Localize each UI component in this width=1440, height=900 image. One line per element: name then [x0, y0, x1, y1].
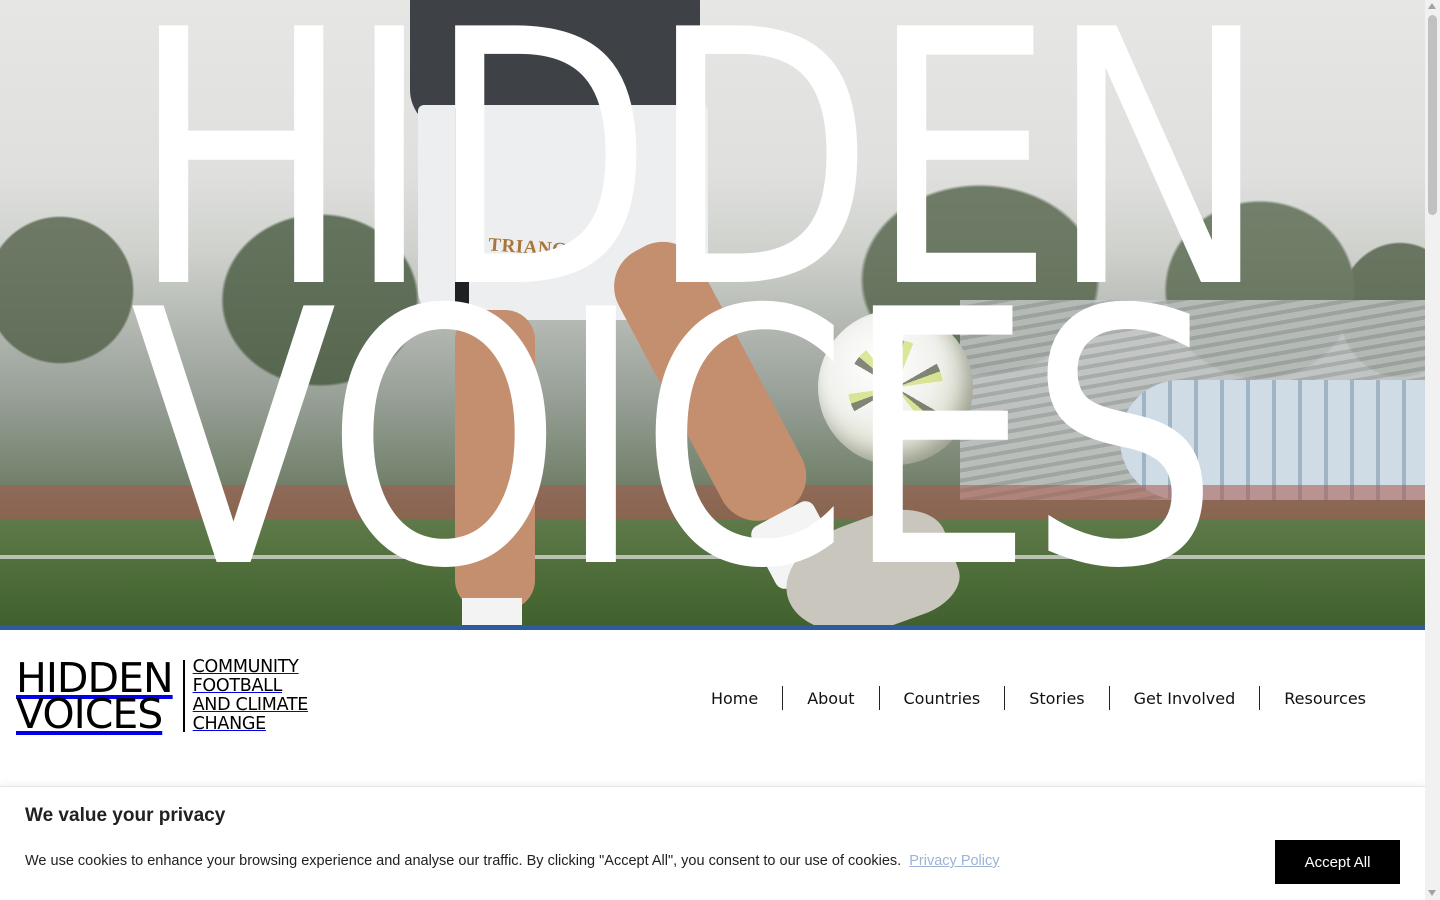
page-scrollbar[interactable] — [1425, 0, 1440, 900]
nav-item-stories[interactable]: Stories — [1005, 689, 1108, 708]
nav-item-countries[interactable]: Countries — [880, 689, 1005, 708]
hero-tunnel — [1120, 380, 1425, 500]
brand-tagline-line: COMMUNITY — [192, 657, 299, 677]
site-header: HIDDEN VOICES COMMUNITY FOOTBALL AND CLI… — [0, 630, 1425, 786]
hero-shorts-stripe — [455, 108, 469, 313]
brand-tagline: COMMUNITY FOOTBALL AND CLIMATE CHANGE — [192, 657, 309, 734]
brand-tagline-line: AND CLIMATE — [192, 695, 309, 715]
hero-banner: TRIANGLE UNITED HIDDEN VOICES — [0, 0, 1425, 630]
nav-item-about[interactable]: About — [783, 689, 878, 708]
accept-all-button[interactable]: Accept All — [1275, 840, 1400, 884]
main-nav: Home About Countries Stories Get Involve… — [687, 686, 1390, 710]
nav-item-home[interactable]: Home — [687, 689, 782, 708]
brand-tagline-line: FOOTBALL — [192, 676, 283, 696]
cookie-text: We use cookies to enhance your browsing … — [25, 853, 902, 869]
privacy-policy-link[interactable]: Privacy Policy — [909, 853, 999, 869]
cookie-title: We value your privacy — [25, 805, 226, 826]
cookie-message: We use cookies to enhance your browsing … — [25, 853, 1000, 869]
brand-tagline-line: CHANGE — [192, 714, 267, 734]
scrollbar-thumb[interactable] — [1428, 15, 1437, 215]
nav-item-resources[interactable]: Resources — [1260, 689, 1390, 708]
brand-divider — [182, 660, 185, 732]
cookie-banner: We value your privacy We use cookies to … — [0, 786, 1425, 900]
brand-logo[interactable]: HIDDEN VOICES COMMUNITY FOOTBALL AND CLI… — [16, 657, 309, 738]
chevron-up-icon[interactable] — [1428, 3, 1436, 9]
hero-player-left-leg — [455, 310, 535, 610]
hero-field-line — [0, 555, 1425, 559]
hero-field — [0, 520, 1425, 630]
brand-name: HIDDEN VOICES — [16, 658, 174, 738]
brand-name-line-2: VOICES — [16, 690, 163, 738]
nav-item-get-involved[interactable]: Get Involved — [1110, 689, 1260, 708]
hero-football — [818, 310, 973, 465]
chevron-down-icon[interactable] — [1428, 890, 1436, 896]
